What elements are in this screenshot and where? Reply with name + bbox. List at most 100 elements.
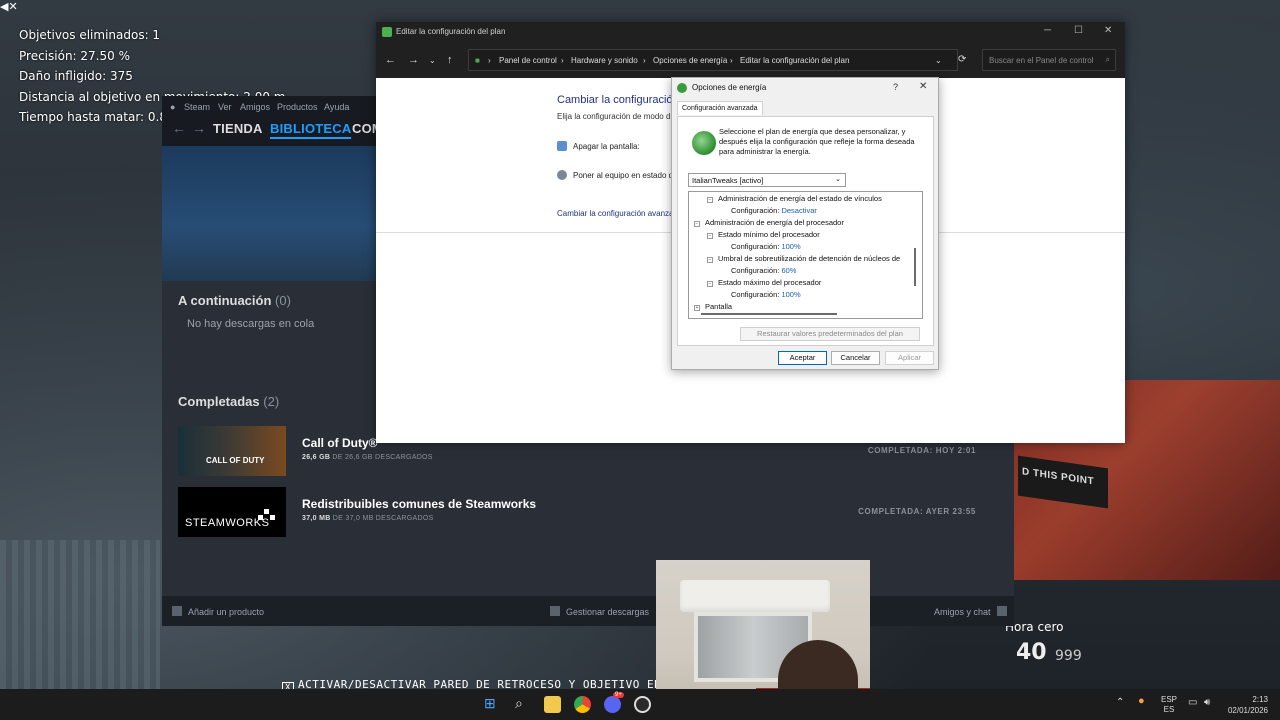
taskbar: ⊞ ⌕ 9+ ⌃ ● ESP ES ▭ 🔊︎ 2:13 02/01/2026 [0,689,1280,720]
chevron-up-icon[interactable]: ⌃ [1116,697,1124,708]
tree-item[interactable]: − Estado mínimo del procesador [707,230,820,239]
advanced-settings-link[interactable]: Cambiar la configuración avanza [557,209,674,218]
breadcrumb-item[interactable]: Opciones de energía [653,56,727,65]
start-icon[interactable]: ⊞ [484,695,496,712]
menu-ayuda[interactable]: Ayuda [324,102,349,112]
collapse-icon[interactable]: − [707,233,713,239]
download-item[interactable]: STEAMWORKS Redistribuibles comunes de St… [178,487,998,539]
menu-steam[interactable]: Steam [184,102,210,112]
download-status: COMPLETADA: HOY 2:01 [867,446,976,455]
thumbnail-logo-text: STEAMWORKS [185,517,270,529]
download-name[interactable]: Call of Duty® [302,436,378,450]
menu-ver[interactable]: Ver [218,102,232,112]
tab-advanced-settings[interactable]: Configuración avanzada [677,101,763,115]
add-product-button[interactable]: Añadir un producto [172,606,264,617]
tree-setting-label: Configuración: [731,242,780,251]
settings-tree[interactable]: − Administración de energía del estado de… [688,191,923,319]
tree-setting-value[interactable]: 100% [781,290,800,299]
tree-item[interactable]: − Administración de energía del procesado… [694,218,844,227]
collapse-icon[interactable]: − [707,257,713,263]
tab-biblioteca[interactable]: BIBLIOTECA [270,121,352,139]
manage-downloads-button[interactable]: Gestionar descargas [550,606,649,617]
close-icon[interactable]: ✕ [1104,25,1112,36]
help-button[interactable]: ? [893,82,898,92]
back-arrow-icon[interactable]: ← [172,120,186,136]
sleep-row: Poner al equipo en estado d [557,170,673,180]
tree-setting-value[interactable]: Desactivar [781,206,816,215]
minimize-icon[interactable]: ─ [1044,25,1051,36]
apply-button[interactable]: Aplicar [885,351,934,365]
tree-setting-value[interactable]: 60% [781,266,796,275]
tree-setting[interactable]: Configuración: 60% [731,266,796,275]
tree-item[interactable]: + Pantalla [694,302,732,311]
search-input[interactable]: Buscar en el Panel de control ⌕ [982,49,1116,71]
maximize-icon[interactable]: ☐ [1074,25,1083,36]
up-arrow-icon[interactable]: ↑ [447,54,453,66]
game-thumbnail[interactable]: STEAMWORKS [178,487,286,537]
game-overlay-icon: ◀✕ [0,0,18,13]
close-icon[interactable]: ✕ [919,81,927,92]
breadcrumb[interactable]: ■ › Panel de control › Hardware y sonido… [468,49,958,71]
chevron-down-icon[interactable]: ⌄ [935,56,942,65]
chat-icon [996,606,1007,616]
refresh-icon[interactable]: ⟳ [958,54,966,65]
breadcrumb-item[interactable]: Panel de control [499,56,557,65]
tree-setting-value[interactable]: 100% [781,242,800,251]
language-indicator[interactable]: ESP ES [1161,695,1177,715]
download-size-done: 37,0 MB [302,515,331,522]
file-explorer-icon[interactable] [544,696,561,713]
horizontal-scrollbar[interactable] [701,313,837,315]
restore-defaults-button[interactable]: Restaurar valores predeterminados del pl… [740,327,920,341]
steam-icon[interactable] [634,696,651,713]
tree-setting-label: Configuración: [731,290,780,299]
chrome-icon[interactable] [574,696,591,713]
menu-amigos[interactable]: Amigos [240,102,270,112]
expand-icon[interactable]: + [694,305,700,311]
download-name[interactable]: Redistribuibles comunes de Steamworks [302,497,536,511]
dialog-description: Seleccione el plan de energía que desea … [719,127,915,156]
tree-item[interactable]: − Umbral de sobreutilización de detención… [707,254,900,263]
cancel-button[interactable]: Cancelar [831,351,880,365]
tree-setting[interactable]: Configuración: 100% [731,290,801,299]
chevron-down-icon[interactable]: ⌄ [429,56,436,65]
tab-tienda[interactable]: TIENDA [213,121,263,136]
tree-item[interactable]: − Estado máximo del procesador [707,278,821,287]
breadcrumb-item[interactable]: Hardware y sonido [571,56,638,65]
collapse-icon[interactable]: − [694,221,700,227]
download-size-total: DE 26,6 GB DESCARGADOS [330,454,433,461]
display-off-row: Apagar la pantalla: [557,141,640,151]
webcam-shutter-box [680,580,830,612]
search-icon[interactable]: ⌕ [515,695,523,712]
download-size-done: 26,6 GB [302,454,331,461]
tree-setting[interactable]: Configuración: 100% [731,242,801,251]
ok-button[interactable]: Aceptar [778,351,827,365]
game-thumbnail[interactable]: CALL OF DUTY [178,426,286,476]
forward-arrow-icon[interactable]: → [192,120,206,136]
tree-setting[interactable]: Configuración: Desactivar [731,206,817,215]
volume-icon[interactable]: 🔊︎ [1204,697,1210,708]
breadcrumb-separator: › [730,56,733,65]
sleep-label: Poner al equipo en estado d [573,171,674,180]
friends-chat-label: Amigos y chat [934,607,991,617]
friends-chat-button[interactable]: Amigos y chat [934,606,1007,617]
back-arrow-icon[interactable]: ← [385,54,396,66]
discord-icon[interactable] [604,696,621,713]
clock[interactable]: 2:13 02/01/2026 [1226,694,1268,716]
collapse-icon[interactable]: − [707,281,713,287]
tree-item[interactable]: − Administración de energía del estado de… [707,194,882,203]
menu-productos[interactable]: Productos [277,102,318,112]
tree-item-label: Administración de energía del procesador [705,218,844,227]
microphone-icon[interactable]: ● [1138,695,1145,707]
power-plan-select[interactable]: ItalianTweaks [activo] ⌄ [688,173,846,187]
forward-arrow-icon[interactable]: → [408,54,419,66]
control-panel-titlebar[interactable]: Editar la configuración del plan ─ ☐ ✕ [376,22,1125,42]
breadcrumb-item[interactable]: Editar la configuración del plan [740,56,849,65]
tree-item-label: Pantalla [705,302,733,311]
vertical-scrollbar[interactable] [914,248,916,286]
network-icon[interactable]: ▭ [1188,697,1197,708]
collapse-icon[interactable]: − [707,197,713,203]
download-status: COMPLETADA: AYER 23:55 [858,507,976,516]
address-bar: ← → ⌄ ↑ ■ › Panel de control › Hardware … [376,42,1125,78]
hud-stat-accuracy: Precisión: 27.50 % [19,48,130,63]
steam-logo-icon: ● [170,102,176,112]
